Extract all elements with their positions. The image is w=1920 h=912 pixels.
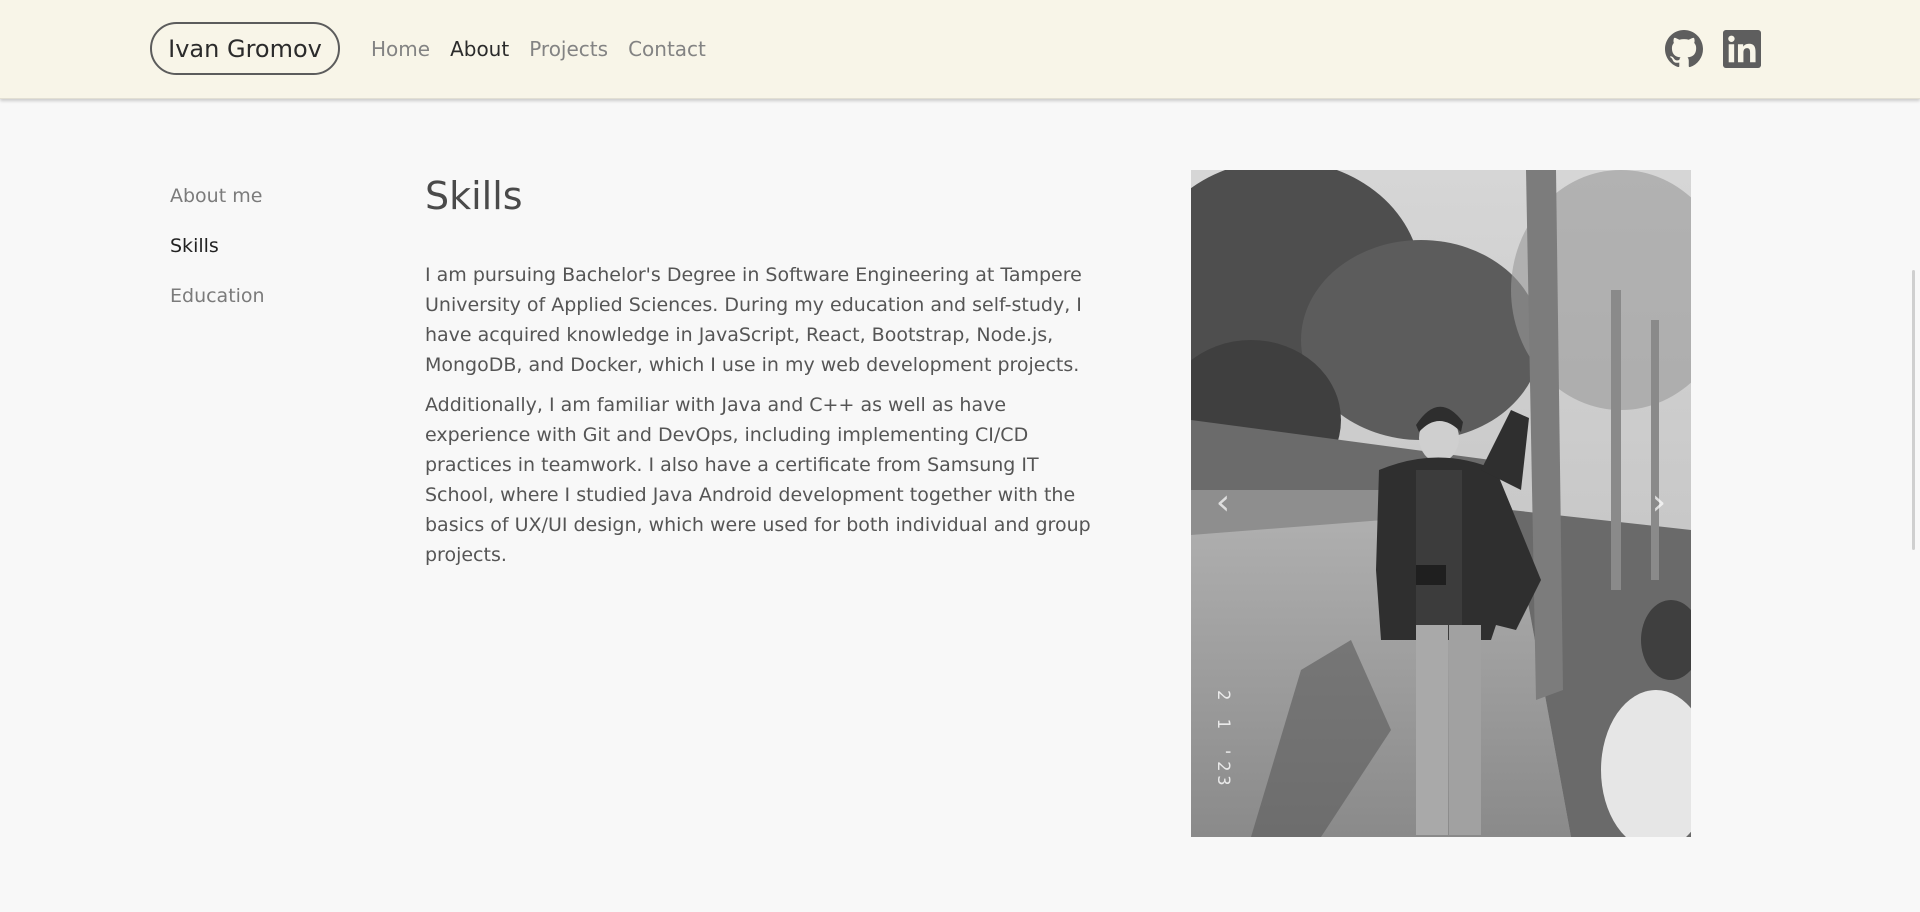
- profile-photo: [1191, 170, 1691, 837]
- carousel-next-button[interactable]: ›: [1639, 483, 1679, 523]
- photo-carousel: ‹ › 2 1 '23: [1191, 170, 1691, 837]
- main-nav: Home About Projects Contact: [371, 36, 726, 62]
- nav-projects-link[interactable]: Projects: [529, 36, 608, 62]
- nav-contact-link[interactable]: Contact: [628, 36, 706, 62]
- skills-paragraph-2: Additionally, I am familiar with Java an…: [425, 394, 1091, 566]
- section-title: Skills: [425, 174, 523, 218]
- navbar: Ivan Gromov Home About Projects Contact: [0, 0, 1920, 99]
- nav-home-link[interactable]: Home: [371, 36, 430, 62]
- sidebar-item-education[interactable]: Education: [170, 281, 265, 331]
- skills-section: Skills I am pursuing Bachelor's Degree i…: [425, 170, 1095, 580]
- nav-about-link[interactable]: About: [450, 36, 509, 62]
- carousel-prev-button[interactable]: ‹: [1203, 483, 1243, 523]
- photo-date-stamp: 2 1 '23: [1213, 690, 1233, 790]
- section-sidebar: About me Skills Education: [170, 181, 265, 331]
- linkedin-icon[interactable]: [1723, 30, 1761, 68]
- github-icon[interactable]: [1665, 30, 1703, 68]
- sidebar-item-skills[interactable]: Skills: [170, 231, 265, 281]
- page-scrollbar[interactable]: [1912, 270, 1915, 550]
- sidebar-item-about-me[interactable]: About me: [170, 181, 265, 231]
- skills-paragraph-1: I am pursuing Bachelor's Degree in Softw…: [425, 264, 1082, 376]
- brand-logo-button[interactable]: Ivan Gromov: [150, 22, 340, 75]
